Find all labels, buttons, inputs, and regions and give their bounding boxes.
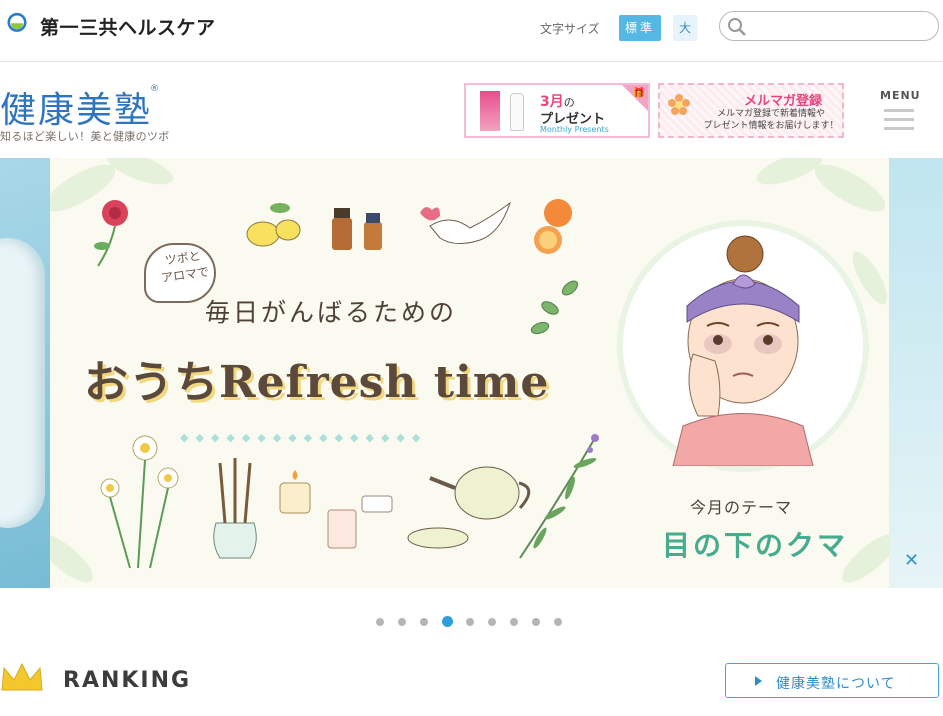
- hamburger-icon-bar: [884, 118, 914, 121]
- hamburger-icon-bar: [884, 127, 914, 130]
- carousel-dot[interactable]: [376, 618, 384, 626]
- dove-illustration: [429, 201, 511, 244]
- woman-illustration: [672, 235, 814, 466]
- carousel-dot[interactable]: [554, 618, 562, 626]
- crown-icon: [1, 662, 43, 691]
- flower-icon: [668, 94, 690, 115]
- theme-illustration-circle: [617, 220, 869, 472]
- next-slide-preview[interactable]: [889, 158, 943, 588]
- rosemary-illustration: [519, 437, 596, 559]
- triangle-right-icon: [755, 676, 762, 686]
- towel-image: [0, 238, 45, 528]
- top-bar: 第一三共ヘルスケア 文字サイズ 標準 大: [0, 0, 943, 62]
- about-button[interactable]: 健康美塾について: [725, 663, 939, 698]
- registered-mark: ®: [150, 84, 162, 94]
- font-size-standard-button[interactable]: 標準: [619, 15, 661, 41]
- company-name[interactable]: 第一三共ヘルスケア: [40, 13, 216, 40]
- daisy-illustration: [100, 435, 179, 569]
- hero-carousel: ツボと アロマで 毎日がんばるための おうちRefresh time ◆◆◆◆◆…: [0, 158, 943, 588]
- carousel-dot[interactable]: [420, 618, 428, 626]
- monthly-present-banner[interactable]: 🎁 3月の プレゼント Monthly Presents: [464, 83, 650, 138]
- close-icon[interactable]: ✕: [904, 550, 919, 571]
- carousel-dot[interactable]: [488, 618, 496, 626]
- font-size-label: 文字サイズ: [540, 22, 600, 36]
- newsletter-banner[interactable]: メルマガ登録 メルマガ登録で新着情報や プレゼント情報をお届けします！: [658, 83, 844, 138]
- carousel-dot[interactable]: [510, 618, 518, 626]
- hero-slide[interactable]: ツボと アロマで 毎日がんばるための おうちRefresh time ◆◆◆◆◆…: [50, 158, 889, 588]
- carousel-dot[interactable]: [466, 618, 474, 626]
- site-logo[interactable]: 健康美塾®: [0, 81, 163, 133]
- about-button-label: 健康美塾について: [776, 676, 896, 692]
- aroma-bottle-illustration: [332, 218, 352, 250]
- menu-button[interactable]: MENU: [874, 89, 924, 137]
- menu-label: MENU: [880, 89, 921, 102]
- carousel-dot[interactable]: [398, 618, 406, 626]
- present-subtitle: Monthly Presents: [540, 125, 609, 134]
- product-image: [480, 91, 500, 131]
- hero-title: おうちRefresh time: [84, 357, 550, 408]
- diffuser-illustration: [213, 522, 257, 559]
- search-icon[interactable]: [727, 17, 747, 37]
- newsletter-description: メルマガ登録で新着情報や プレゼント情報をお届けします！: [703, 109, 839, 131]
- search-box: [719, 11, 939, 41]
- daiichi-sankyo-logo[interactable]: [4, 12, 30, 38]
- lemon-illustration: [246, 221, 280, 247]
- newsletter-title: メルマガ登録: [744, 94, 823, 109]
- site-tagline: 知るほど楽しい！美と健康のツボ: [0, 130, 170, 143]
- diamond-divider: ◆◆◆◆◆◆◆◆◆◆◆◆◆◆◆◆: [180, 431, 428, 444]
- candle-illustration: [279, 482, 311, 514]
- theme-title: 目の下のクマ: [662, 529, 849, 562]
- prev-slide-preview[interactable]: [0, 158, 50, 588]
- orange-illustration: [544, 199, 572, 227]
- ranking-heading: RANKING: [63, 668, 192, 693]
- font-size-large-button[interactable]: 大: [673, 15, 697, 41]
- gift-icon: 🎁: [632, 88, 645, 99]
- theme-label: 今月のテーマ: [690, 498, 793, 517]
- search-input[interactable]: [750, 16, 930, 36]
- site-header: 健康美塾® 知るほど楽しい！美と健康のツボ 🎁 3月の プレゼント Monthl…: [0, 63, 943, 158]
- product-bottle-image: [510, 93, 524, 131]
- carousel-dot[interactable]: [532, 618, 540, 626]
- carousel-dot-active[interactable]: [442, 616, 453, 627]
- site-title: 健康美塾: [0, 90, 153, 131]
- hamburger-icon: [884, 109, 914, 112]
- hero-subtitle: 毎日がんばるための: [205, 298, 458, 327]
- teapot-illustration: [454, 466, 520, 520]
